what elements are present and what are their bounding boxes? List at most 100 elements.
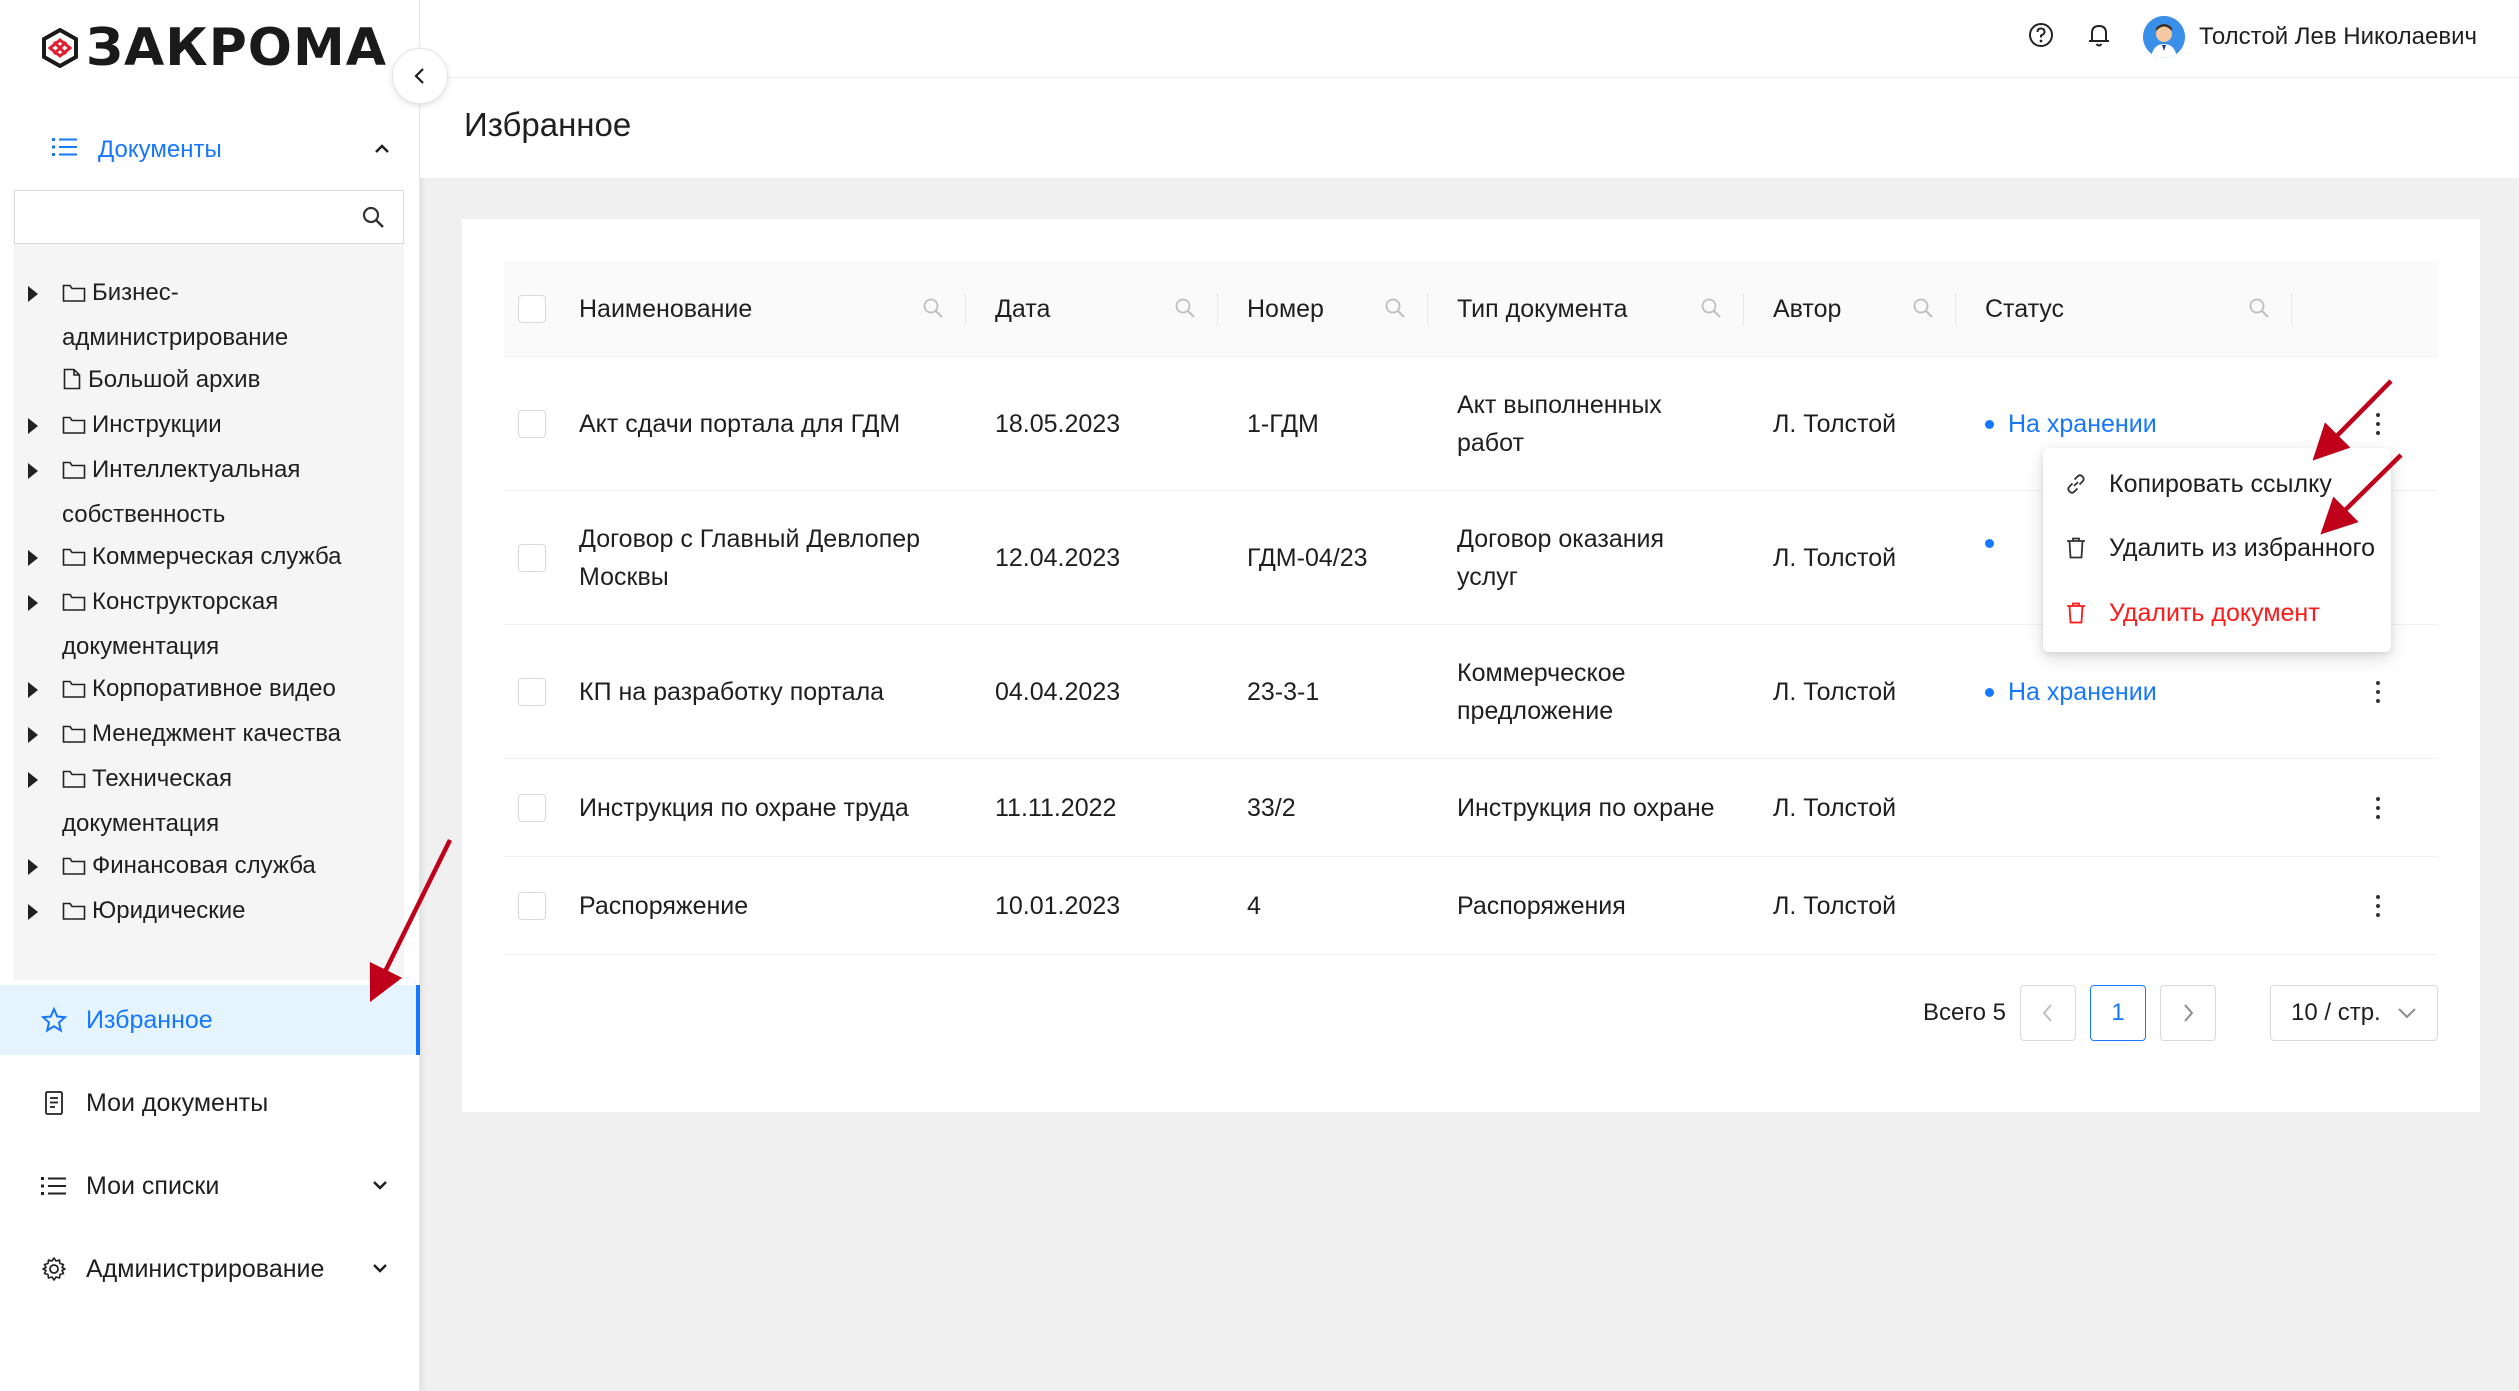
column-header[interactable]: Статус <box>1956 261 2292 357</box>
caret-right-icon[interactable] <box>28 727 38 743</box>
cell-name[interactable]: КП на разработку портала <box>579 673 959 711</box>
row-checkbox[interactable] <box>518 678 546 706</box>
cell-type-text: Коммерческое <box>1457 659 1626 687</box>
row-actions-kebab-icon[interactable] <box>2366 677 2390 707</box>
row-actions-kebab-icon[interactable] <box>2366 891 2390 921</box>
cell-author: Л. Толстой <box>1773 892 1897 920</box>
tree-item[interactable]: Менеджмент качества <box>14 713 404 758</box>
row-checkbox[interactable] <box>518 794 546 822</box>
tree-item[interactable]: Интеллектуальная собственность <box>14 449 404 536</box>
column-header[interactable]: Автор <box>1744 261 1956 357</box>
favorites-card: Наименование Дата Номер Тип документа Автор С… <box>462 219 2480 1112</box>
search-icon[interactable] <box>1384 297 1406 326</box>
documents-section-header[interactable]: Документы <box>52 128 392 172</box>
nav-item-list[interactable]: Мои списки <box>0 1151 420 1221</box>
column-header-label: Дата <box>995 294 1051 323</box>
nav-item-label: Администрирование <box>86 1254 325 1283</box>
menu-item-copy-link[interactable]: Копировать ссылку <box>2063 456 2332 512</box>
menu-item-label: Удалить документ <box>2109 598 2320 627</box>
menu-item-label: Удалить из избранного <box>2109 533 2376 562</box>
search-icon[interactable] <box>922 297 944 326</box>
cell-date: 18.05.2023 <box>995 410 1121 438</box>
tree-item-label: Большой архив <box>88 366 261 393</box>
star-icon <box>40 1007 68 1033</box>
tree-item[interactable]: Бизнес-администрирование <box>14 272 404 359</box>
status-dot <box>1985 687 1994 697</box>
status-text: На хранении <box>2008 410 2157 438</box>
cell-name[interactable]: Распоряжение <box>579 887 959 925</box>
chevron-down-icon[interactable] <box>370 1173 390 1202</box>
prev-page-button[interactable] <box>2020 985 2076 1041</box>
cell-name[interactable]: Договор с Главный Девлопер Москвы <box>579 520 959 596</box>
nav-item-document[interactable]: Мои документы <box>0 1068 420 1138</box>
folder-icon <box>62 539 86 581</box>
chevron-down-icon[interactable] <box>370 1256 390 1285</box>
caret-right-icon[interactable] <box>28 418 38 434</box>
search-icon[interactable] <box>1912 297 1934 326</box>
tree-item[interactable]: Конструкторская документация <box>14 581 404 668</box>
search-icon[interactable] <box>1700 297 1722 326</box>
column-header-label: Номер <box>1247 294 1324 323</box>
collapse-sidebar-button[interactable] <box>392 48 448 104</box>
next-page-button[interactable] <box>2160 985 2216 1041</box>
tree-search-input[interactable] <box>14 190 404 244</box>
column-header-label: Автор <box>1773 294 1842 323</box>
menu-item-label: Копировать ссылку <box>2109 469 2332 498</box>
cell-type-text: Акт выполненных <box>1457 391 1662 419</box>
tree-item[interactable]: Финансовая служба <box>14 845 404 890</box>
cell-number: 23-3-1 <box>1247 678 1320 706</box>
tree-item[interactable]: Юридические <box>14 890 404 935</box>
cell-type-text: Договор оказания <box>1457 525 1665 553</box>
page-size-select[interactable]: 10 / стр. <box>2270 985 2438 1041</box>
row-checkbox[interactable] <box>518 892 546 920</box>
tree-item[interactable]: Техническая документация <box>14 758 404 845</box>
pagination: Всего 5 1 10 / стр. <box>1923 985 2438 1041</box>
cell-date: 10.01.2023 <box>995 892 1121 920</box>
search-icon[interactable] <box>2248 297 2270 326</box>
row-checkbox[interactable] <box>518 410 546 438</box>
list-icon <box>40 1175 68 1197</box>
menu-item-delete-document[interactable]: Удалить документ <box>2063 585 2320 641</box>
caret-right-icon[interactable] <box>28 463 38 479</box>
caret-right-icon[interactable] <box>28 904 38 920</box>
column-header[interactable]: Дата <box>966 261 1218 357</box>
column-header[interactable]: Наименование <box>504 261 966 357</box>
cell-type: Коммерческое предложение <box>1457 654 1747 730</box>
folder-icon <box>62 848 86 890</box>
user-menu[interactable]: Толстой Лев Николаевич <box>2143 16 2477 58</box>
caret-right-icon[interactable] <box>28 550 38 566</box>
cell-name[interactable]: Акт сдачи портала для ГДМ <box>579 405 959 443</box>
tree-item-label-line2: собственность <box>62 501 226 528</box>
column-header[interactable]: Номер <box>1218 261 1428 357</box>
caret-right-icon[interactable] <box>28 286 38 302</box>
row-checkbox[interactable] <box>518 544 546 572</box>
tree-item[interactable]: Большой архив <box>14 359 404 404</box>
row-actions-kebab-icon[interactable] <box>2366 793 2390 823</box>
tree-item[interactable]: Корпоративное видео <box>14 668 404 713</box>
logo-mark-icon <box>42 28 78 68</box>
column-divider <box>2291 293 2292 325</box>
menu-item-remove-favorite[interactable]: Удалить из избранного <box>2063 520 2375 576</box>
nav-item-star[interactable]: Избранное <box>0 985 420 1055</box>
row-actions-kebab-icon[interactable] <box>2366 409 2390 439</box>
logo[interactable]: ЗАКРОМА <box>40 22 387 74</box>
page-button-current[interactable]: 1 <box>2090 985 2146 1041</box>
tree-item[interactable]: Инструкции <box>14 404 404 449</box>
cell-name[interactable]: Инструкция по охране труда <box>579 789 959 827</box>
chevron-right-icon <box>2184 1004 2194 1022</box>
caret-right-icon[interactable] <box>28 595 38 611</box>
caret-right-icon[interactable] <box>28 682 38 698</box>
column-header[interactable]: Тип документа <box>1428 261 1744 357</box>
table-row[interactable]: Распоряжение 10.01.2023 4 Распоряжения Л. То… <box>504 857 2438 955</box>
search-icon[interactable] <box>1174 297 1196 326</box>
help-icon[interactable] <box>2027 21 2055 54</box>
table-row[interactable]: Инструкция по охране труда 11.11.2022 33/2… <box>504 759 2438 857</box>
caret-right-icon[interactable] <box>28 772 38 788</box>
bell-icon[interactable] <box>2085 21 2113 54</box>
tree-item[interactable]: Коммерческая служба <box>14 536 404 581</box>
search-icon[interactable] <box>361 205 385 234</box>
caret-right-icon[interactable] <box>28 859 38 875</box>
chevron-up-icon[interactable] <box>372 138 392 166</box>
cell-type-text-line2: услуг <box>1457 563 1518 591</box>
nav-item-gear[interactable]: Администрирование <box>0 1234 420 1304</box>
